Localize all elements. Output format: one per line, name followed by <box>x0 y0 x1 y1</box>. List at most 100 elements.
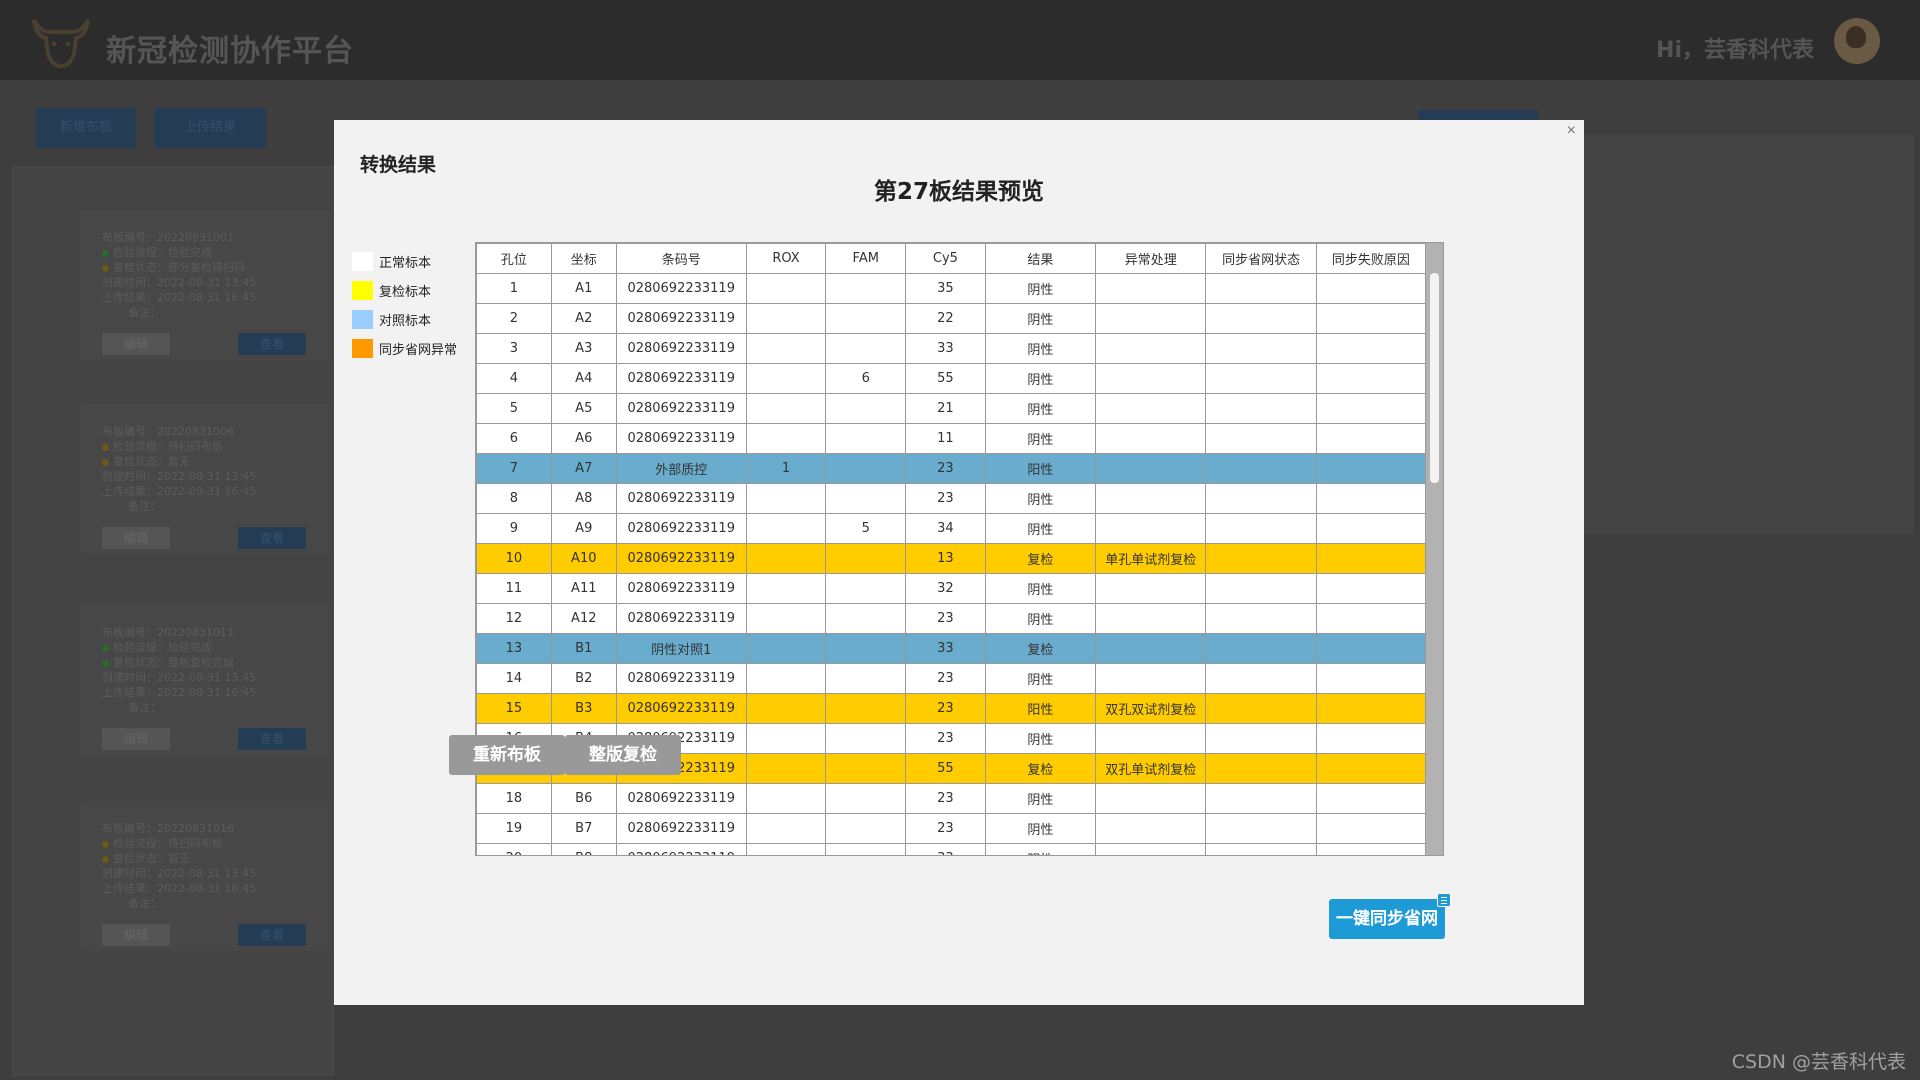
watermark: CSDN @芸香科代表 <box>1731 1051 1906 1073</box>
status-dot-icon <box>102 659 109 667</box>
card-line: 复检状态：暂无 <box>102 851 190 866</box>
table-cell <box>1315 453 1427 484</box>
table-cell <box>1315 423 1427 454</box>
legend-item-normal: 正常标本 <box>352 250 457 272</box>
bull-logo-icon <box>32 19 90 69</box>
table-cell <box>1315 483 1427 514</box>
close-icon[interactable]: × <box>1567 122 1576 140</box>
table-cell: 14 <box>476 663 552 694</box>
table-row[interactable]: 3 A3 0280692233119 33 阴性 <box>476 333 1427 364</box>
card-line: 检验流程：待扫码布板 <box>102 439 223 454</box>
card-line: 检验流程：检验完成 <box>102 245 212 260</box>
table-cell <box>825 453 907 484</box>
card-line: 创建时间：2022-08-31 13:45 <box>102 867 257 880</box>
edit-button[interactable]: 编辑 <box>102 728 170 750</box>
table-cell <box>1315 753 1427 784</box>
avatar[interactable] <box>1834 18 1880 64</box>
preview-title: 第27板结果预览 <box>873 179 1044 205</box>
table-row[interactable]: 6 A6 0280692233119 11 阴性 <box>476 423 1427 454</box>
edit-button[interactable]: 编辑 <box>102 924 170 946</box>
table-cell: B6 <box>550 783 617 814</box>
card-line: 复检状态：暂无 <box>102 454 190 469</box>
table-row[interactable]: 15 B3 0280692233119 23 阳性 双孔双试剂复检 <box>476 693 1427 724</box>
status-dot-icon <box>102 458 109 466</box>
view-button[interactable]: 查看 <box>238 728 306 750</box>
card-line: 创建时间：2022-08-31 13:45 <box>102 470 257 483</box>
table-row[interactable]: 5 A5 0280692233119 21 阴性 <box>476 393 1427 424</box>
table-row[interactable]: 10 A10 0280692233119 13 复检 单孔单试剂复检 <box>476 543 1427 574</box>
table-cell <box>1095 813 1207 844</box>
add-layout-button[interactable]: 新增布板 <box>36 108 136 148</box>
table-cell: 0280692233119 <box>615 273 747 304</box>
table-cell <box>745 363 827 394</box>
table-cell: 5 <box>825 513 907 544</box>
table-cell: 0280692233119 <box>615 813 747 844</box>
table-cell <box>745 753 827 784</box>
card-line: 布板编号：20220831001 <box>102 231 234 244</box>
status-dot-icon <box>102 443 109 451</box>
table-row[interactable]: 18 B6 0280692233119 23 阴性 <box>476 783 1427 814</box>
table-cell: 0280692233119 <box>615 543 747 574</box>
card-line-text: 检验流程：待扫码布板 <box>113 440 223 453</box>
table-cell: A2 <box>550 303 617 334</box>
table-cell: B8 <box>550 843 617 855</box>
table-cell: B3 <box>550 693 617 724</box>
table-cell: 11 <box>476 573 552 604</box>
view-button[interactable]: 查看 <box>238 924 306 946</box>
table-cell: 阴性 <box>984 333 1097 364</box>
table-row[interactable]: 19 B7 0280692233119 23 阴性 <box>476 813 1427 844</box>
view-button[interactable]: 查看 <box>238 333 306 355</box>
table-cell <box>1205 663 1317 694</box>
edit-button[interactable]: 编辑 <box>102 333 170 355</box>
status-dot-icon <box>102 249 109 257</box>
table-cell <box>745 723 827 754</box>
edit-button[interactable]: 编辑 <box>102 527 170 549</box>
sync-province-button[interactable]: 一键同步省网 <box>1329 893 1451 939</box>
legend-swatch <box>352 309 373 329</box>
rearrange-button[interactable]: 重新布板 <box>449 735 565 775</box>
table-cell <box>745 273 827 304</box>
vertical-scrollbar[interactable] <box>1426 243 1443 855</box>
column-header: 坐标 <box>550 243 617 274</box>
table-cell: 33 <box>905 633 986 664</box>
column-header: 条码号 <box>615 243 747 274</box>
table-cell: 23 <box>905 783 986 814</box>
card-line-text: 复检状态：整板复检完成 <box>113 656 234 669</box>
table-row[interactable]: 9 A9 0280692233119 5 34 阴性 <box>476 513 1427 544</box>
scrollbar-thumb[interactable] <box>1430 273 1439 483</box>
table-row[interactable]: 12 A12 0280692233119 23 阴性 <box>476 603 1427 634</box>
table-row[interactable]: 8 A8 0280692233119 23 阴性 <box>476 483 1427 514</box>
table-row[interactable]: 7 A7 外部质控 1 23 阳性 <box>476 453 1427 484</box>
table-cell: B7 <box>550 813 617 844</box>
table-cell <box>1315 393 1427 424</box>
status-dot-icon <box>102 644 109 652</box>
table-cell: 0280692233119 <box>615 783 747 814</box>
table-cell: 15 <box>476 693 552 724</box>
card-line-text: 检验流程：检验完成 <box>113 641 212 654</box>
table-cell <box>1095 333 1207 364</box>
upload-result-button[interactable]: 上传结果 <box>154 108 266 148</box>
table-cell <box>825 693 907 724</box>
card-line: 检验流程：检验完成 <box>102 640 212 655</box>
table-cell: 0280692233119 <box>615 363 747 394</box>
table-cell <box>1205 333 1317 364</box>
table-row[interactable]: 2 A2 0280692233119 22 阴性 <box>476 303 1427 334</box>
table-cell: 阴性 <box>984 393 1097 424</box>
table-row[interactable]: 11 A11 0280692233119 32 阴性 <box>476 573 1427 604</box>
table-cell <box>1205 813 1317 844</box>
table-cell <box>825 723 907 754</box>
table-row[interactable]: 14 B2 0280692233119 23 阴性 <box>476 663 1427 694</box>
table-cell: 6 <box>825 363 907 394</box>
view-button[interactable]: 查看 <box>238 527 306 549</box>
table-cell: 5 <box>476 393 552 424</box>
table-cell <box>1095 513 1207 544</box>
table-row[interactable]: 13 B1 阴性对照1 33 复检 <box>476 633 1427 664</box>
card-line-text: 复检状态：暂无 <box>113 852 190 865</box>
table-row[interactable]: 1 A1 0280692233119 35 阴性 <box>476 273 1427 304</box>
card-line: 创建时间：2022-08-31 13:45 <box>102 671 257 684</box>
table-row[interactable]: 20B80280692233119 33阴性 <box>476 843 1427 855</box>
table-cell <box>1205 273 1317 304</box>
table-row[interactable]: 4 A4 0280692233119 6 55 阴性 <box>476 363 1427 394</box>
full-recheck-button[interactable]: 整版复检 <box>565 735 681 775</box>
table-cell <box>1205 783 1317 814</box>
